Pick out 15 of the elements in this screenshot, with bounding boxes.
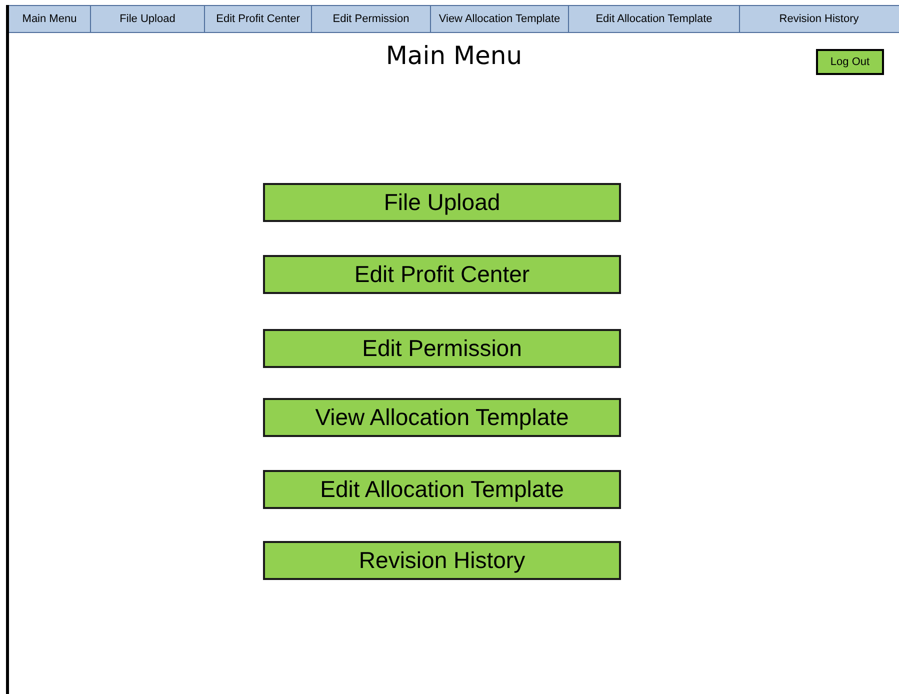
menu-button[interactable]: Edit Profit Center bbox=[263, 255, 621, 294]
nav-tab[interactable]: File Upload bbox=[91, 6, 205, 32]
menu-button[interactable]: File Upload bbox=[263, 183, 621, 222]
nav-tab[interactable]: Edit Profit Center bbox=[205, 6, 312, 32]
nav-tab[interactable]: Revision History bbox=[740, 6, 898, 32]
nav-tab[interactable]: Main Menu bbox=[9, 6, 91, 32]
menu-button[interactable]: View Allocation Template bbox=[263, 398, 621, 437]
menu-button[interactable]: Edit Allocation Template bbox=[263, 470, 621, 509]
menu-button[interactable]: Edit Permission bbox=[263, 329, 621, 368]
page-title: Main Menu bbox=[386, 41, 522, 71]
nav-tab[interactable]: Edit Permission bbox=[312, 6, 431, 32]
menu-button[interactable]: Revision History bbox=[263, 541, 621, 580]
nav-tab[interactable]: Edit Allocation Template bbox=[569, 6, 740, 32]
nav-tab[interactable]: View Allocation Template bbox=[431, 6, 569, 32]
log-out-button[interactable]: Log Out bbox=[816, 49, 884, 75]
